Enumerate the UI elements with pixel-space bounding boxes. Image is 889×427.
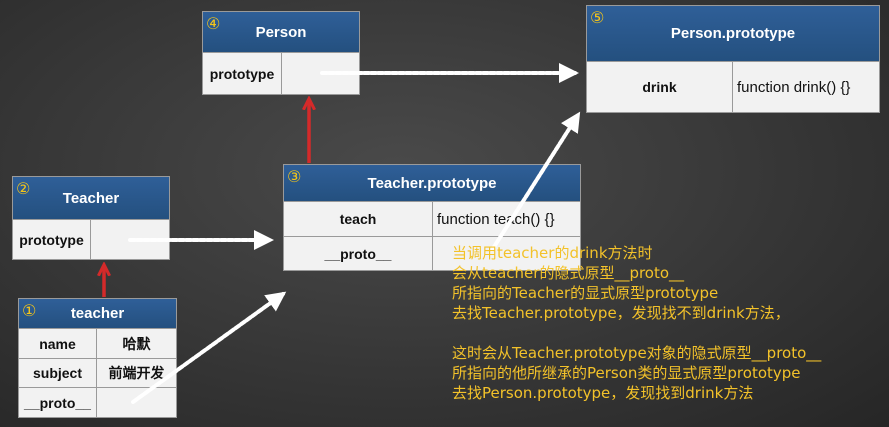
explanation-line-7: 去找Person.prototype，发现找到drink方法	[452, 384, 754, 402]
pointer-arrow-teacherproto-proto	[490, 111, 581, 252]
explanation-line-3: 所指向的Teacher的显式原型prototype	[452, 284, 719, 302]
explanation-gap	[452, 323, 821, 343]
explanation-line-4: 去找Teacher.prototype，发现找不到drink方法，	[452, 304, 790, 322]
explanation-line-1: 当调用teacher的drink方法时	[452, 244, 653, 262]
explanation-text: 当调用teacher的drink方法时 会从teacher的隐式原型__prot…	[452, 243, 821, 403]
explanation-line-6: 所指向的他所继承的Person类的显式原型prototype	[452, 364, 801, 382]
explanation-line-5: 这时会从Teacher.prototype对象的隐式原型__proto__	[452, 344, 822, 362]
pointer-arrow-instance-proto	[131, 291, 287, 404]
explanation-line-2: 会从teacher的隐式原型__proto__	[452, 264, 685, 282]
